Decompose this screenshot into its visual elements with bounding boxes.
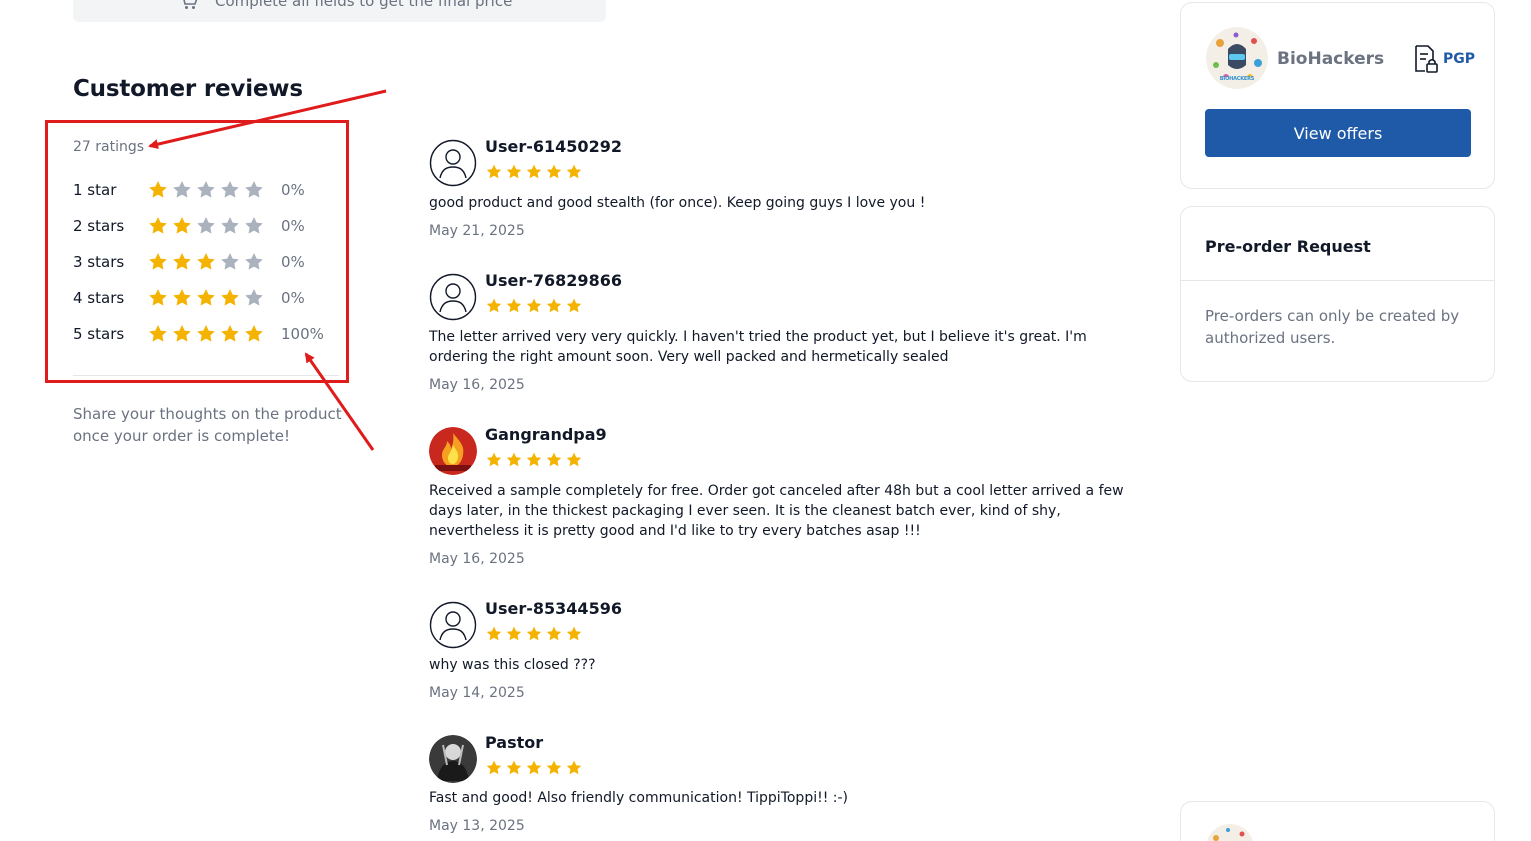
review-date: May 16, 2025 — [429, 377, 525, 393]
vendor-logo-text: BIOHACKERS — [1219, 76, 1255, 82]
final-price-notice: Complete all fields to get the final pri… — [73, 0, 606, 22]
vendor-card: BIOHACKERS BioHackers PGP View offers — [1180, 2, 1495, 189]
star-filled-icon — [486, 760, 502, 775]
preorder-text: Pre-orders can only be created by author… — [1205, 307, 1460, 347]
user-avatar — [429, 735, 477, 783]
star-filled-icon — [546, 452, 562, 467]
star-filled-icon — [566, 452, 582, 467]
review-stars — [485, 625, 583, 643]
preorder-divider — [1181, 280, 1494, 281]
star-filled-icon — [486, 626, 502, 641]
star-filled-icon — [506, 760, 522, 775]
review-stars — [485, 163, 583, 181]
review-date: May 21, 2025 — [429, 223, 525, 239]
star-filled-icon — [526, 760, 542, 775]
view-offers-button[interactable]: View offers — [1205, 109, 1471, 157]
review-text: Received a sample completely for free. O… — [429, 483, 1124, 539]
cart-icon — [183, 0, 198, 9]
review-text: The letter arrived very very quickly. I … — [429, 329, 1087, 365]
preorder-title: Pre-order Request — [1205, 237, 1371, 256]
review-date: May 13, 2025 — [429, 818, 525, 834]
star-filled-icon — [506, 626, 522, 641]
vendor-card-partial — [1180, 801, 1495, 841]
star-filled-icon — [546, 626, 562, 641]
review-username[interactable]: User-61450292 — [485, 137, 622, 156]
review-date: May 14, 2025 — [429, 685, 525, 701]
share-note: Share your thoughts on the product once … — [73, 405, 342, 445]
review-username[interactable]: Gangrandpa9 — [485, 425, 607, 444]
star-filled-icon — [486, 164, 502, 179]
star-filled-icon — [566, 760, 582, 775]
pgp-link[interactable]: PGP — [1413, 44, 1475, 74]
review-text: Fast and good! Also friendly communicati… — [429, 790, 848, 806]
user-avatar — [429, 427, 477, 475]
vendor-logo-partial — [1207, 824, 1253, 841]
star-filled-icon — [506, 164, 522, 179]
user-avatar-icon — [429, 273, 477, 321]
review-username[interactable]: User-76829866 — [485, 271, 622, 290]
review-text: good product and good stealth (for once)… — [429, 195, 926, 211]
user-avatar-icon — [429, 139, 477, 187]
star-filled-icon — [506, 298, 522, 313]
pgp-key-icon — [1415, 45, 1438, 73]
reviews-title: Customer reviews — [73, 76, 303, 102]
review-text: why was this closed ??? — [429, 657, 596, 673]
review-username[interactable]: Pastor — [485, 733, 543, 752]
star-filled-icon — [566, 298, 582, 313]
vendor-name[interactable]: BioHackers — [1277, 49, 1384, 69]
annotation-highlight-box — [45, 120, 349, 383]
star-filled-icon — [526, 626, 542, 641]
star-filled-icon — [486, 298, 502, 313]
star-filled-icon — [546, 298, 562, 313]
review-stars — [485, 759, 583, 777]
vendor-logo: BIOHACKERS — [1206, 27, 1268, 89]
star-filled-icon — [526, 164, 542, 179]
star-filled-icon — [566, 626, 582, 641]
star-filled-icon — [566, 164, 582, 179]
review-stars — [485, 297, 583, 315]
star-filled-icon — [506, 452, 522, 467]
star-filled-icon — [546, 760, 562, 775]
final-price-text: Complete all fields to get the final pri… — [215, 0, 513, 10]
review-date: May 16, 2025 — [429, 551, 525, 567]
page: Complete all fields to get the final pri… — [0, 0, 1531, 841]
star-filled-icon — [526, 298, 542, 313]
star-filled-icon — [486, 452, 502, 467]
user-avatar-icon — [429, 601, 477, 649]
preorder-card: Pre-order Request Pre-orders can only be… — [1180, 206, 1495, 382]
star-filled-icon — [526, 452, 542, 467]
star-filled-icon — [546, 164, 562, 179]
pgp-label: PGP — [1443, 51, 1476, 67]
review-stars — [485, 451, 583, 469]
review-username[interactable]: User-85344596 — [485, 599, 622, 618]
